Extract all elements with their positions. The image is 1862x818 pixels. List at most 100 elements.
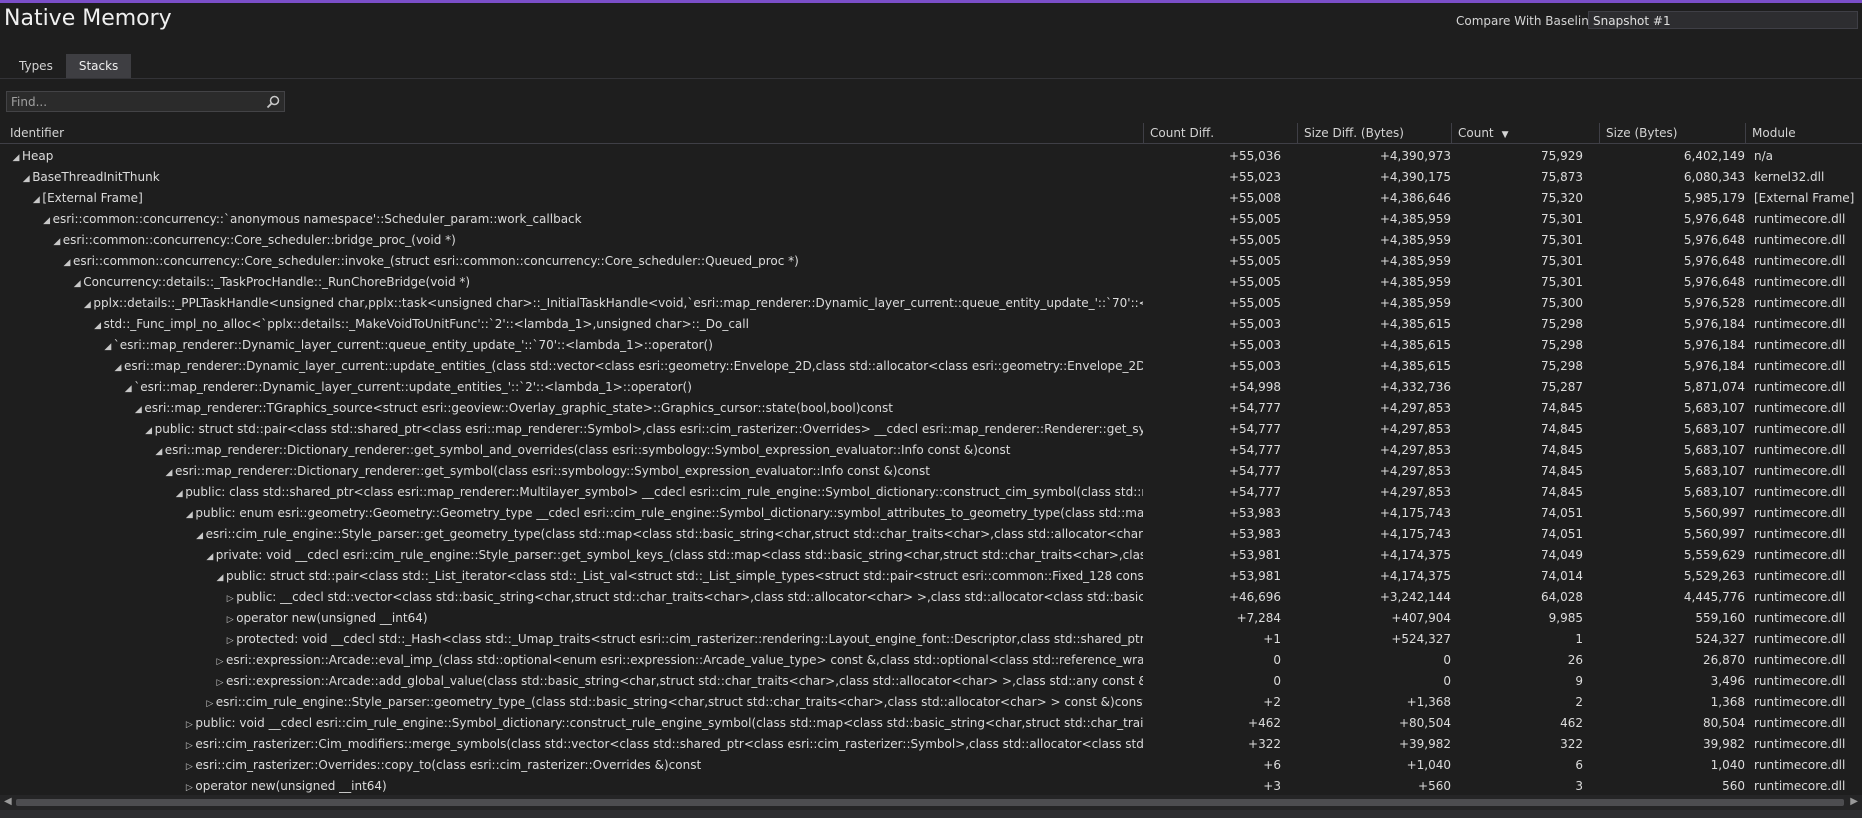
tab-stacks[interactable]: Stacks bbox=[65, 54, 132, 78]
scroll-right-icon[interactable]: ▶ bbox=[1850, 796, 1858, 807]
expanded-arrow-icon[interactable]: ◢ bbox=[143, 421, 155, 440]
status-strip bbox=[0, 810, 1862, 818]
collapsed-arrow-icon[interactable]: ▷ bbox=[183, 757, 195, 776]
tab-types[interactable]: Types bbox=[6, 54, 66, 78]
table-row[interactable]: ▷ esri::cim_rasterizer::Cim_modifiers::me… bbox=[0, 734, 1862, 755]
table-row[interactable]: ◢ pplx::details::_PPLTaskHandle<unsigned … bbox=[0, 293, 1862, 314]
size-diff-cell: +4,385,615 bbox=[1379, 317, 1451, 331]
identifier-cell: ▷ protected: void __cdecl std::_Hash<clas… bbox=[0, 629, 1143, 650]
table-row[interactable]: ◢ public: class std::shared_ptr<class esr… bbox=[0, 482, 1862, 503]
table-row[interactable]: ▷ public: __cdecl std::vector<class std::… bbox=[0, 587, 1862, 608]
search-placeholder: Find... bbox=[11, 95, 48, 109]
count-diff-cell: +54,777 bbox=[1228, 422, 1281, 436]
expanded-arrow-icon[interactable]: ◢ bbox=[204, 547, 216, 566]
column-label: Count Diff. bbox=[1150, 126, 1215, 140]
table-row[interactable]: ◢ esri::cim_rule_engine::Style_parser::ge… bbox=[0, 524, 1862, 545]
table-row[interactable]: ◢ esri::map_renderer::Dynamic_layer_curre… bbox=[0, 356, 1862, 377]
size-diff-cell: +4,386,646 bbox=[1379, 191, 1451, 205]
expanded-arrow-icon[interactable]: ◢ bbox=[30, 190, 42, 209]
column-header-module[interactable]: Module bbox=[1745, 123, 1862, 143]
search-icon[interactable] bbox=[266, 95, 280, 109]
column-header-count-diff[interactable]: Count Diff. bbox=[1143, 123, 1297, 143]
column-header-size-diff[interactable]: Size Diff. (Bytes) bbox=[1297, 123, 1451, 143]
table-row[interactable]: ▷ public: void __cdecl esri::cim_rule_eng… bbox=[0, 713, 1862, 734]
count-cell: 322 bbox=[1560, 737, 1583, 751]
table-row[interactable]: ◢ private: void __cdecl esri::cim_rule_en… bbox=[0, 545, 1862, 566]
collapsed-arrow-icon[interactable]: ▷ bbox=[183, 736, 195, 755]
collapsed-arrow-icon[interactable]: ▷ bbox=[224, 610, 236, 629]
frame-name: esri::map_renderer::Dynamic_layer_curren… bbox=[124, 359, 1143, 373]
module-cell: runtimecore.dll bbox=[1754, 695, 1846, 709]
column-header-identifier[interactable]: Identifier bbox=[0, 123, 1143, 143]
table-row[interactable]: ◢ `esri::map_renderer::Dynamic_layer_curr… bbox=[0, 377, 1862, 398]
table-row[interactable]: ◢ BaseThreadInitThunk +55,023 +4,390,175 75,… bbox=[0, 167, 1862, 188]
expanded-arrow-icon[interactable]: ◢ bbox=[214, 568, 226, 587]
search-input[interactable]: Find... bbox=[6, 91, 285, 112]
collapsed-arrow-icon[interactable]: ▷ bbox=[214, 673, 226, 692]
table-row[interactable]: ◢ `esri::map_renderer::Dynamic_layer_curr… bbox=[0, 335, 1862, 356]
size-cell: 5,560,997 bbox=[1683, 506, 1745, 520]
scroll-left-icon[interactable]: ◀ bbox=[4, 796, 12, 807]
expanded-arrow-icon[interactable]: ◢ bbox=[61, 253, 73, 272]
table-row[interactable]: ◢ esri::map_renderer::TGraphics_source<st… bbox=[0, 398, 1862, 419]
expanded-arrow-icon[interactable]: ◢ bbox=[163, 463, 175, 482]
expanded-arrow-icon[interactable]: ◢ bbox=[183, 505, 195, 524]
expanded-arrow-icon[interactable]: ◢ bbox=[92, 316, 104, 335]
column-header-count[interactable]: Count ▼ bbox=[1451, 123, 1599, 143]
table-row[interactable]: ◢ Heap +55,036 +4,390,973 75,929 6,402,149 n/a bbox=[0, 146, 1862, 167]
table-row[interactable]: ◢ esri::common::concurrency::Core_schedul… bbox=[0, 230, 1862, 251]
size-diff-cell: +4,297,853 bbox=[1379, 443, 1451, 457]
module-cell: runtimecore.dll bbox=[1754, 401, 1846, 415]
identifier-cell: ◢ esri::common::concurrency::`anonymous n… bbox=[0, 209, 1143, 230]
table-row[interactable]: ▷ esri::expression::Arcade::add_global_va… bbox=[0, 671, 1862, 692]
expanded-arrow-icon[interactable]: ◢ bbox=[10, 148, 22, 167]
size-diff-cell: +407,904 bbox=[1391, 611, 1451, 625]
table-row[interactable]: ▷ esri::expression::Arcade::eval_imp_(cla… bbox=[0, 650, 1862, 671]
table-row[interactable]: ▷ operator new(unsigned __int64) +7,284 +40… bbox=[0, 608, 1862, 629]
table-row[interactable]: ◢ public: struct std::pair<class std::sha… bbox=[0, 419, 1862, 440]
module-cell: runtimecore.dll bbox=[1754, 338, 1846, 352]
expanded-arrow-icon[interactable]: ◢ bbox=[194, 526, 206, 545]
table-row[interactable]: ◢ esri::map_renderer::Dictionary_renderer… bbox=[0, 440, 1862, 461]
expanded-arrow-icon[interactable]: ◢ bbox=[173, 484, 185, 503]
expanded-arrow-icon[interactable]: ◢ bbox=[20, 169, 32, 188]
table-row[interactable]: ◢ public: enum esri::geometry::Geometry::… bbox=[0, 503, 1862, 524]
expanded-arrow-icon[interactable]: ◢ bbox=[71, 274, 83, 293]
column-header-size[interactable]: Size (Bytes) bbox=[1599, 123, 1745, 143]
expanded-arrow-icon[interactable]: ◢ bbox=[81, 295, 93, 314]
expanded-arrow-icon[interactable]: ◢ bbox=[132, 400, 144, 419]
collapsed-arrow-icon[interactable]: ▷ bbox=[183, 715, 195, 734]
expanded-arrow-icon[interactable]: ◢ bbox=[153, 442, 165, 461]
table-row[interactable]: ▷ protected: void __cdecl std::_Hash<clas… bbox=[0, 629, 1862, 650]
module-cell: runtimecore.dll bbox=[1754, 632, 1846, 646]
expanded-arrow-icon[interactable]: ◢ bbox=[51, 232, 63, 251]
count-cell: 74,049 bbox=[1541, 548, 1583, 562]
table-row[interactable]: ◢ esri::common::concurrency::`anonymous n… bbox=[0, 209, 1862, 230]
collapsed-arrow-icon[interactable]: ▷ bbox=[204, 694, 216, 713]
baseline-dropdown[interactable]: Snapshot #1 bbox=[1588, 11, 1858, 29]
horizontal-scrollbar[interactable]: ◀ ▶ bbox=[0, 795, 1862, 810]
size-cell: 5,976,184 bbox=[1683, 359, 1745, 373]
collapsed-arrow-icon[interactable]: ▷ bbox=[224, 589, 236, 608]
table-row[interactable]: ◢ esri::common::concurrency::Core_schedul… bbox=[0, 251, 1862, 272]
scrollbar-thumb[interactable] bbox=[16, 799, 1844, 806]
table-row[interactable]: ▷ operator new(unsigned __int64) +3 +560 3 56… bbox=[0, 776, 1862, 797]
collapsed-arrow-icon[interactable]: ▷ bbox=[214, 652, 226, 671]
count-cell: 75,873 bbox=[1541, 170, 1583, 184]
table-row[interactable]: ◢ std::_Func_impl_no_alloc<`pplx::details… bbox=[0, 314, 1862, 335]
count-cell: 75,301 bbox=[1541, 233, 1583, 247]
module-cell: runtimecore.dll bbox=[1754, 254, 1846, 268]
expanded-arrow-icon[interactable]: ◢ bbox=[41, 211, 53, 230]
count-diff-cell: +462 bbox=[1248, 716, 1281, 730]
expanded-arrow-icon[interactable]: ◢ bbox=[112, 358, 124, 377]
size-diff-cell: +560 bbox=[1418, 779, 1451, 793]
table-row[interactable]: ◢ esri::map_renderer::Dictionary_renderer… bbox=[0, 461, 1862, 482]
table-row[interactable]: ▷ esri::cim_rule_engine::Style_parser::ge… bbox=[0, 692, 1862, 713]
expanded-arrow-icon[interactable]: ◢ bbox=[102, 337, 114, 356]
table-row[interactable]: ◢ public: struct std::pair<class std::_Li… bbox=[0, 566, 1862, 587]
table-row[interactable]: ◢ [External Frame] +55,008 +4,386,646 75,320… bbox=[0, 188, 1862, 209]
collapsed-arrow-icon[interactable]: ▷ bbox=[224, 631, 236, 650]
table-row[interactable]: ▷ esri::cim_rasterizer::Overrides::copy_t… bbox=[0, 755, 1862, 776]
expanded-arrow-icon[interactable]: ◢ bbox=[122, 379, 134, 398]
table-row[interactable]: ◢ Concurrency::details::_TaskProcHandle::… bbox=[0, 272, 1862, 293]
